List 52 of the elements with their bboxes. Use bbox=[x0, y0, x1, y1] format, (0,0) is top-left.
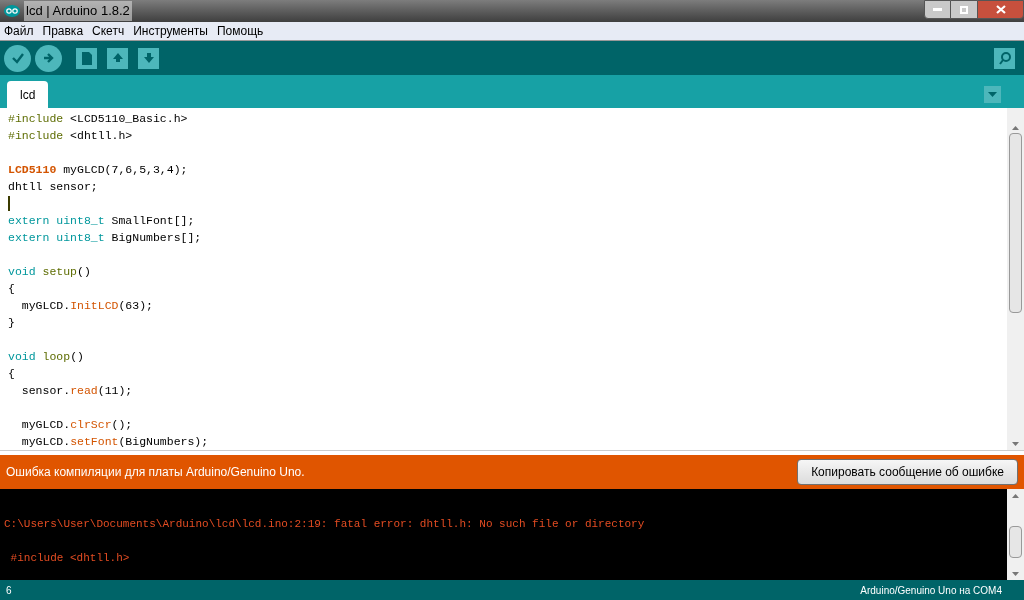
code-line: { bbox=[8, 281, 15, 297]
maximize-button[interactable] bbox=[951, 0, 977, 19]
caret-icon bbox=[988, 92, 997, 97]
close-button[interactable] bbox=[977, 0, 1024, 19]
close-icon bbox=[995, 5, 1006, 14]
menu-item[interactable]: Файл bbox=[4, 22, 34, 40]
scrollbar[interactable] bbox=[1007, 489, 1024, 580]
code-line: void setup() bbox=[8, 264, 91, 280]
open-button[interactable] bbox=[107, 47, 128, 69]
checkmark-icon bbox=[10, 52, 25, 64]
scrollbar[interactable] bbox=[1007, 108, 1024, 450]
console-output: C:\Users\User\Documents\Arduino\lcd\lcd.ino:2:19: fatal error: dhtll.h: No such file or directory #include <dhtll.h> bbox=[3, 517, 646, 566]
verify-button[interactable] bbox=[4, 44, 31, 72]
code-line: myGLCD.clrScr(); bbox=[20, 417, 133, 433]
new-file-button[interactable] bbox=[76, 47, 97, 69]
code-line: myGLCD.setFont(BigNumbers); bbox=[20, 434, 209, 450]
minimize-button[interactable] bbox=[924, 0, 951, 19]
code-line: myGLCD.InitLCD(63); bbox=[20, 298, 153, 314]
code-line: extern uint8_t SmallFont[]; bbox=[8, 213, 195, 229]
menu-item[interactable]: Инструменты bbox=[133, 22, 208, 40]
code-line: } bbox=[8, 315, 15, 331]
menu-item[interactable]: Правка bbox=[42, 22, 84, 40]
code-line: #include <LCD5110_Basic.h> bbox=[8, 111, 188, 127]
scroll-down-arrow-icon[interactable] bbox=[1012, 572, 1019, 576]
menu-item[interactable]: Помощь bbox=[216, 22, 264, 40]
save-button[interactable] bbox=[138, 47, 159, 69]
document-icon bbox=[81, 51, 92, 65]
code-line: dhtll sensor; bbox=[8, 179, 98, 195]
right-arrow-icon bbox=[42, 52, 55, 64]
serial-monitor-button[interactable] bbox=[994, 47, 1015, 69]
menu-item[interactable]: Скетч bbox=[92, 22, 125, 40]
down-arrow-icon bbox=[142, 51, 155, 65]
window-title: lcd | Arduino 1.8.2 bbox=[24, 1, 132, 21]
app-logo-icon bbox=[4, 5, 20, 17]
upload-button[interactable] bbox=[35, 44, 62, 72]
up-arrow-icon bbox=[111, 51, 124, 65]
code-line: { bbox=[8, 366, 15, 382]
board-port-label: Arduino/Genuino Uno на COM4 bbox=[860, 583, 1002, 598]
line-number: 6 bbox=[6, 583, 12, 598]
code-line: sensor.read(11); bbox=[20, 383, 133, 399]
copy-error-button[interactable]: Копировать сообщение об ошибке bbox=[797, 459, 1018, 485]
code-line: extern uint8_t BigNumbers[]; bbox=[8, 230, 202, 246]
tab-menu-button[interactable] bbox=[984, 86, 1001, 103]
scroll-up-arrow-icon[interactable] bbox=[1012, 126, 1019, 130]
scroll-down-arrow-icon[interactable] bbox=[1012, 442, 1019, 446]
code-line: LCD5110 myGLCD(7,6,5,3,4); bbox=[8, 162, 188, 178]
magnifier-icon bbox=[997, 51, 1012, 65]
file-tab[interactable]: lcd bbox=[7, 81, 49, 108]
code-line: #include <dhtll.h> bbox=[8, 128, 133, 144]
error-message: Ошибка компиляции для платы Arduino/Genuino Uno. bbox=[6, 464, 305, 481]
scroll-up-arrow-icon[interactable] bbox=[1012, 494, 1019, 498]
code-line: void loop() bbox=[8, 349, 84, 365]
